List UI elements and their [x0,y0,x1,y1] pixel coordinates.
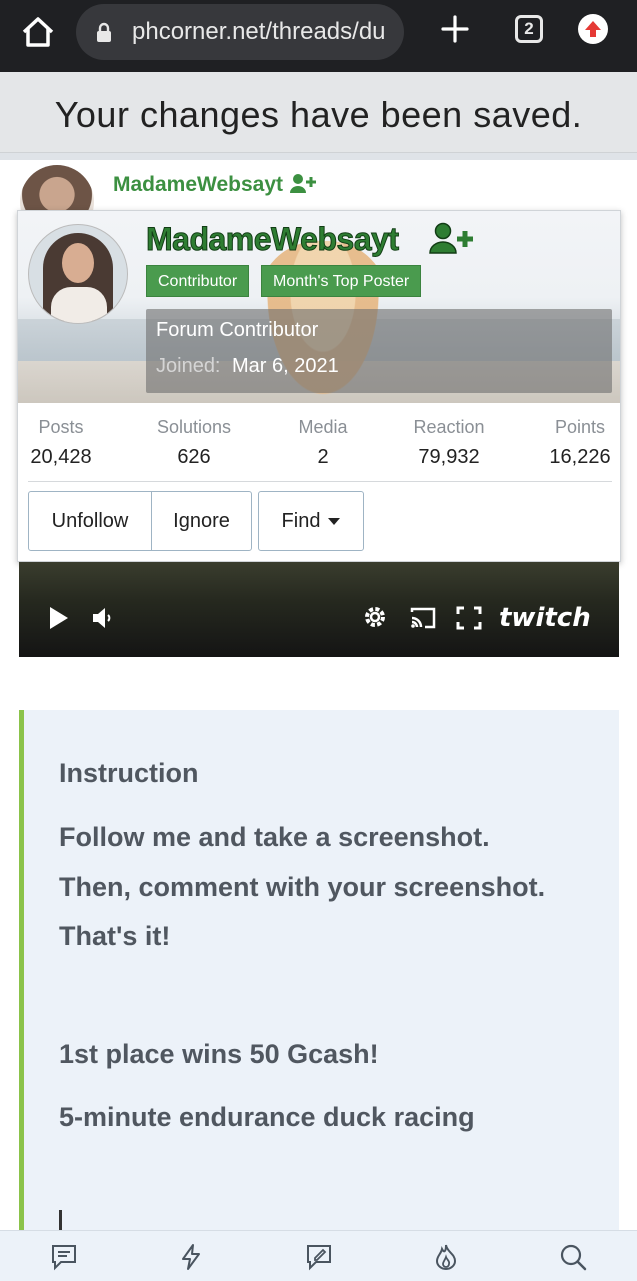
stat-label: Reaction [413,417,485,437]
badge-contributor: Contributor [146,265,250,297]
follow-user-small-icon [289,174,316,193]
fire-icon[interactable] [432,1243,460,1271]
twitch-logo-text: twitch [499,603,591,632]
event-line: 5-minute endurance duck racing [59,1102,475,1132]
member-info-box: Forum Contributor Joined: Mar 6, 2021 [146,309,612,393]
author-name: MadameWebsayt [113,173,284,196]
stat-value: 20,428 [30,446,92,468]
quote-accent-bar [19,710,24,1250]
instruction-heading: Instruction [59,758,199,788]
cast-icon[interactable] [409,606,437,630]
unfollow-button[interactable]: Unfollow [28,491,152,551]
joined-label: Joined: [156,355,221,377]
fullscreen-icon[interactable] [456,606,482,630]
member-name[interactable]: MadameWebsayt [146,221,400,258]
stat-points: Points 16,226 [542,417,618,469]
member-tooltip-card: MadameWebsayt Contributor Month's Top Po… [17,210,621,562]
url-text: phcorner.net/threads/du [132,18,386,45]
stat-media: Media 2 [288,417,358,469]
lightning-icon[interactable] [177,1243,205,1271]
stat-label: Points [554,417,606,437]
avatar-face [62,243,94,283]
stat-label: Posts [38,417,84,437]
stat-label: Solutions [156,417,232,437]
stat-reaction: Reaction 79,932 [402,417,496,469]
play-icon[interactable] [47,605,71,631]
instruction-line: That's it! [59,921,171,951]
twitch-logo-icon[interactable]: twitch [497,602,597,632]
toast-message: Your changes have been saved. [54,94,583,135]
browser-toolbar: phcorner.net/threads/du 2 [0,0,637,72]
badge-months-top-poster: Month's Top Poster [261,265,422,297]
instruction-line: Then, comment with your screenshot. [59,872,546,902]
joined-date: Mar 6, 2021 [232,355,339,377]
stat-label: Media [298,417,348,437]
search-icon[interactable] [559,1243,587,1271]
volume-icon[interactable] [91,606,115,630]
find-button[interactable]: Find [258,491,364,551]
post-quote-block: Instruction Follow me and take a screens… [19,710,619,1250]
member-avatar[interactable] [28,224,128,324]
caret-down-icon [328,518,341,526]
stats-divider [28,481,612,482]
stat-value: 2 [317,446,329,468]
bottom-navigation [0,1230,637,1281]
prize-line: 1st place wins 50 Gcash! [59,1039,379,1069]
tab-count: 2 [524,19,534,38]
follow-user-icon [429,222,473,254]
member-title: Forum Contributor [156,319,319,341]
save-notification-toast: Your changes have been saved. [0,72,637,153]
update-icon[interactable] [578,14,608,44]
stat-solutions: Solutions 626 [149,417,239,469]
ignore-button[interactable]: Ignore [151,491,252,551]
find-label: Find [281,510,321,532]
instruction-line: Follow me and take a screenshot. [59,822,490,852]
stat-value: 16,226 [549,446,611,468]
address-bar[interactable]: phcorner.net/threads/du [76,4,404,60]
lock-icon [97,22,111,42]
author-name-link[interactable]: MadameWebsayt [113,172,317,197]
twitch-video-player[interactable]: twitch [19,562,619,657]
chat-icon[interactable] [50,1243,78,1271]
stat-value: 626 [177,446,211,468]
stat-posts: Posts 20,428 [26,417,96,469]
new-tab-icon[interactable] [440,14,470,44]
home-icon[interactable] [20,14,56,50]
settings-gear-icon[interactable] [362,604,388,630]
member-stats: Posts 20,428 Solutions 626 Media 2 React… [18,403,620,481]
avatar-body [51,287,107,323]
stat-value: 79,932 [418,446,480,468]
edit-icon[interactable] [305,1243,333,1271]
tabs-icon[interactable]: 2 [515,15,543,43]
